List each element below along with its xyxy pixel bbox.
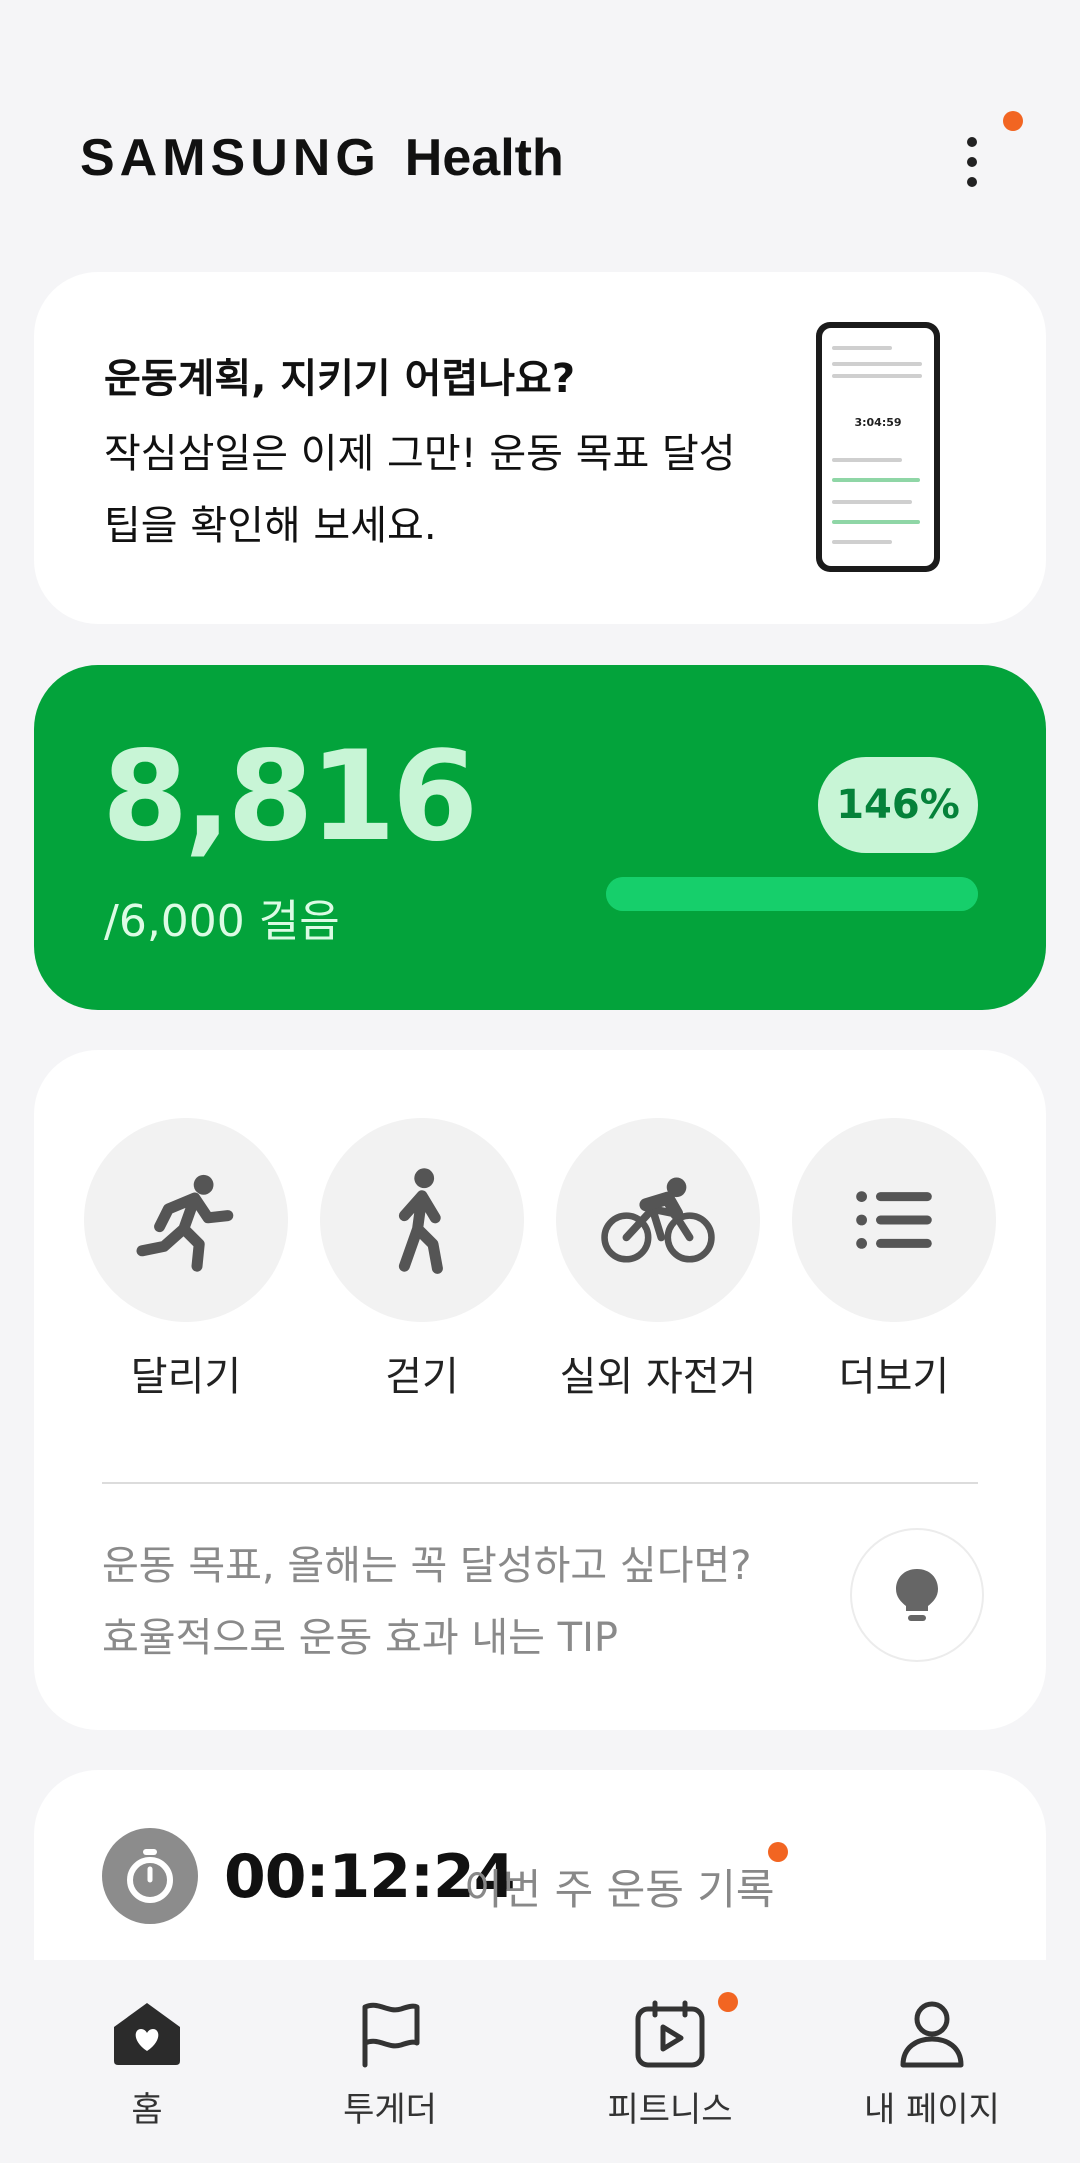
exercise-cycling[interactable]: 실외 자전거: [556, 1118, 760, 1402]
screen-line: [832, 478, 920, 482]
screen-line: [832, 346, 892, 350]
screen-line: [832, 362, 922, 366]
steps-progress-fill: [606, 877, 978, 911]
steps-card[interactable]: 8,816 /6,000 걸음 146%: [34, 665, 1046, 1010]
divider: [102, 1482, 978, 1484]
list-icon: [856, 1191, 932, 1249]
tip-text[interactable]: 운동 목표, 올해는 꼭 달성하고 싶다면? 효율적으로 운동 효과 내는 TI…: [102, 1530, 752, 1674]
home-heart-icon: [47, 1994, 247, 2074]
promo-title: 운동계획, 지키기 어렵나요?: [104, 356, 576, 402]
exercise-more-button[interactable]: [792, 1118, 996, 1322]
exercise-running[interactable]: 달리기: [84, 1118, 288, 1402]
screen-line: [832, 458, 902, 462]
promo-card[interactable]: 운동계획, 지키기 어렵나요? 작심삼일은 이제 그만! 운동 목표 달성 팁을…: [34, 272, 1046, 624]
steps-count: 8,816: [102, 725, 478, 869]
notification-dot: [1003, 111, 1023, 131]
nav-my-page[interactable]: 내 페이지: [832, 1994, 1032, 2131]
screen-line: [832, 520, 920, 524]
person-icon: [832, 1994, 1032, 2074]
tip-button[interactable]: [850, 1528, 984, 1662]
exercise-cycling-label: 실외 자전거: [559, 1354, 757, 1400]
nav-fitness[interactable]: 피트니스: [570, 1994, 770, 2131]
promo-body: 작심삼일은 이제 그만! 운동 목표 달성 팁을 확인해 보세요.: [104, 431, 736, 549]
calendar-play-icon: [570, 1994, 770, 2074]
notification-dot: [768, 1842, 788, 1862]
screen-line: [832, 500, 912, 504]
notification-dot: [718, 1992, 738, 2012]
app-header: SAMSUNG Health: [0, 0, 1080, 260]
nav-my-page-label: 내 페이지: [864, 2090, 1000, 2130]
bottom-navigation: 홈 투게더 피트니스 내 페이지: [0, 1960, 1080, 2163]
brand-health: Health: [404, 129, 564, 187]
brand-samsung: SAMSUNG: [80, 129, 381, 187]
exercise-card: 달리기 걷기 실외 자전거 더보기 운동 목표, 올해는 꼭 달성하고 싶다면?…: [34, 1050, 1046, 1730]
app-logo: SAMSUNG Health: [80, 128, 564, 188]
running-icon: [136, 1174, 234, 1272]
exercise-more[interactable]: 더보기: [792, 1118, 996, 1402]
exercise-running-button[interactable]: [84, 1118, 288, 1322]
exercise-cycling-button[interactable]: [556, 1118, 760, 1322]
nav-together[interactable]: 투게더: [290, 1994, 490, 2131]
steps-goal: /6,000 걸음: [104, 896, 340, 947]
flag-icon: [290, 1994, 490, 2074]
screen-line: [832, 374, 922, 378]
exercise-walking-label: 걷기: [385, 1354, 459, 1400]
walking-icon: [398, 1168, 443, 1274]
tip-line-2: 효율적으로 운동 효과 내는 TIP: [102, 1615, 619, 1661]
lightbulb-icon: [896, 1569, 938, 1621]
weekly-label: 이번 주 운동 기록: [464, 1865, 775, 1914]
more-options-button[interactable]: [950, 124, 994, 200]
phone-screen: 3:04:59: [822, 328, 934, 566]
more-vertical-icon-dot: [967, 157, 977, 167]
nav-home-label: 홈: [131, 2090, 163, 2130]
nav-fitness-label: 피트니스: [607, 2090, 733, 2130]
phone-time: 3:04:59: [854, 416, 902, 429]
screen-line: [832, 540, 892, 544]
stopwatch-icon: [102, 1828, 198, 1924]
exercise-running-label: 달리기: [130, 1354, 242, 1400]
steps-percent-badge: 146%: [818, 757, 978, 853]
phone-image: 3:04:59: [816, 322, 940, 572]
exercise-walking[interactable]: 걷기: [320, 1118, 524, 1402]
more-vertical-icon-dot: [967, 177, 977, 187]
more-vertical-icon: [967, 137, 977, 147]
tip-line-1: 운동 목표, 올해는 꼭 달성하고 싶다면?: [102, 1543, 752, 1589]
nav-together-label: 투게더: [343, 2090, 437, 2130]
exercise-walking-button[interactable]: [320, 1118, 524, 1322]
steps-progress-bar: [606, 877, 978, 911]
exercise-more-label: 더보기: [838, 1354, 950, 1400]
nav-home[interactable]: 홈: [47, 1994, 247, 2131]
cycling-icon: [601, 1177, 715, 1263]
